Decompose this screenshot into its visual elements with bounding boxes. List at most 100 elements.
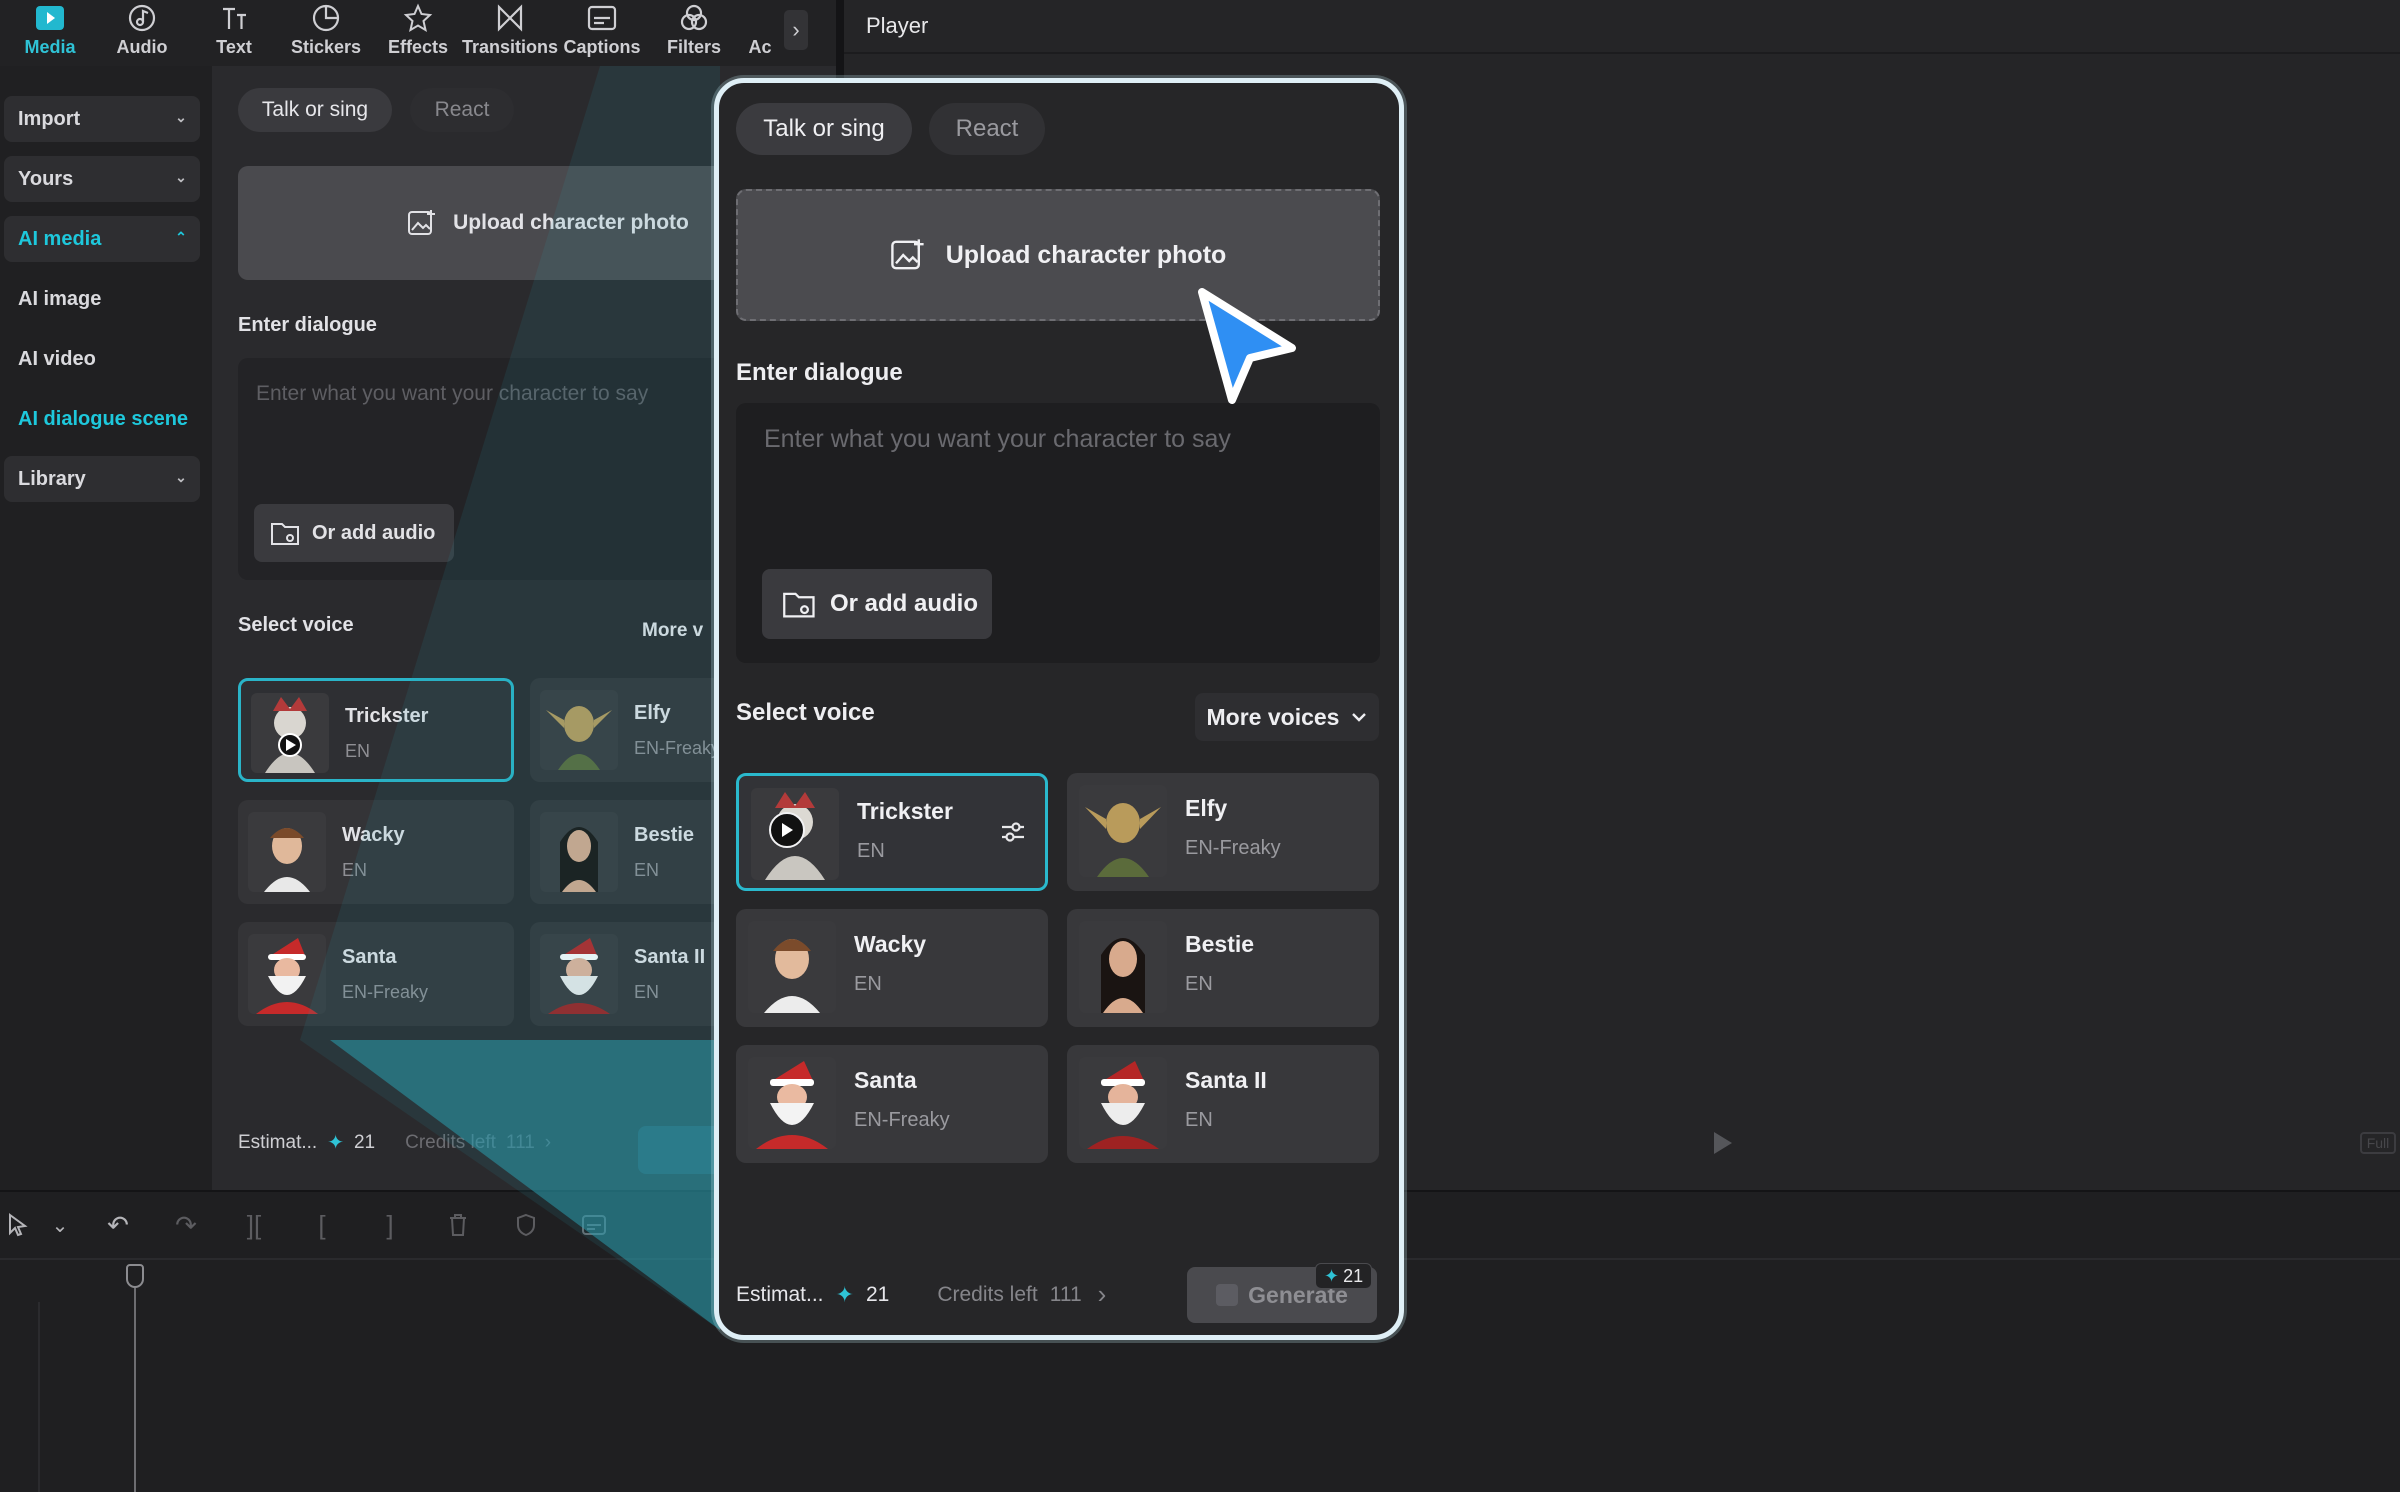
sidebar-item-library[interactable]: Library ⌄ xyxy=(4,456,200,502)
app-root: Media Audio Text Stickers Effects Transi… xyxy=(0,0,2400,1492)
voice-card-trickster[interactable]: Trickster EN xyxy=(736,773,1048,891)
delete-icon[interactable] xyxy=(424,1192,492,1258)
audio-icon xyxy=(125,2,159,34)
split-left-icon[interactable]: [ xyxy=(288,1192,356,1258)
avatar-santa-ii xyxy=(540,934,618,1014)
tool-label: Stickers xyxy=(290,37,362,57)
sidebar-item-label: AI media xyxy=(18,227,102,250)
play-icon xyxy=(782,823,793,837)
credits-label: Credits left xyxy=(405,1131,496,1153)
chevron-right-icon[interactable]: › xyxy=(1098,1279,1107,1310)
avatar-santa xyxy=(748,1057,836,1149)
avatar-elfy xyxy=(1079,785,1167,877)
chevron-down-icon: ⌄ xyxy=(175,169,187,185)
sidebar-item-ai-video[interactable]: AI video xyxy=(4,336,200,382)
tab-talk-or-sing-bg[interactable]: Talk or sing xyxy=(238,88,392,132)
voice-name: Santa xyxy=(854,1067,917,1093)
sidebar-item-label: AI video xyxy=(18,347,96,370)
voice-lang: EN-Freaky xyxy=(854,1109,950,1131)
more-voices-label: More voices xyxy=(1206,703,1340,730)
voice-card-bestie[interactable]: Bestie EN xyxy=(1067,909,1379,1027)
voice-name: Santa II xyxy=(1185,1067,1267,1093)
estimate-value: 21 xyxy=(865,1282,890,1306)
voice-lang: EN xyxy=(857,840,885,862)
chevron-right-icon[interactable]: › xyxy=(545,1132,551,1154)
fullscreen-button[interactable]: Full xyxy=(2360,1132,2396,1154)
tool-transitions[interactable]: Transitions xyxy=(462,0,558,66)
sidebar-item-import[interactable]: Import ⌄ xyxy=(4,96,200,142)
chevron-down-icon[interactable]: ⌄ xyxy=(36,1192,84,1258)
generate-cost-badge: ✦ 21 xyxy=(1315,1263,1373,1289)
top-toolbar: Media Audio Text Stickers Effects Transi… xyxy=(0,0,836,66)
shield-icon[interactable] xyxy=(492,1192,560,1258)
undo-icon[interactable]: ↶ xyxy=(84,1192,152,1258)
sidebar-item-yours[interactable]: Yours ⌄ xyxy=(4,156,200,202)
panel-footer: Estimat... ✦ 21 Credits left 111 › xyxy=(736,1279,1106,1310)
chevron-up-icon: ⌃ xyxy=(175,229,187,245)
playhead-line xyxy=(134,1288,136,1492)
sidebar-item-label: Library xyxy=(18,467,86,490)
toolbar-more-arrow[interactable]: › xyxy=(784,10,808,50)
sidebar-item-ai-media[interactable]: AI media ⌃ xyxy=(4,216,200,262)
voice-card-santa[interactable]: Santa EN-Freaky xyxy=(736,1045,1048,1163)
voice-name: Elfy xyxy=(1185,795,1228,821)
timeline-toolbar: ⌄ ↶ ↷ ][ [ ] xyxy=(0,1192,628,1258)
add-audio-button[interactable]: Or add audio xyxy=(762,569,992,639)
more-voices-dropdown[interactable]: More voices xyxy=(1195,693,1379,741)
tool-label: Audio xyxy=(116,37,168,57)
stickers-icon xyxy=(309,2,343,34)
more-voices-bg[interactable]: More v xyxy=(642,620,703,642)
upload-label: Upload character photo xyxy=(453,211,689,234)
tab-talk-or-sing[interactable]: Talk or sing xyxy=(736,103,912,155)
add-audio-button-bg[interactable]: Or add audio xyxy=(254,504,454,562)
tool-captions[interactable]: Captions xyxy=(556,0,648,66)
tab-react[interactable]: React xyxy=(929,103,1045,155)
chevron-down-icon xyxy=(1352,713,1367,722)
voice-card-elfy[interactable]: Elfy EN-Freaky xyxy=(1067,773,1379,891)
voice-lang: EN xyxy=(634,860,660,880)
voice-card-trickster-bg[interactable]: Trickster EN xyxy=(238,678,514,782)
add-audio-label: Or add audio xyxy=(830,590,979,617)
split-icon[interactable]: ][ xyxy=(220,1192,288,1258)
dialogue-input[interactable]: Enter what you want your character to sa… xyxy=(736,403,1380,663)
split-right-icon[interactable]: ] xyxy=(356,1192,424,1258)
playhead-handle[interactable] xyxy=(126,1264,144,1288)
tool-filters[interactable]: Filters xyxy=(648,0,740,66)
voice-lang: EN xyxy=(345,741,371,761)
tool-audio[interactable]: Audio xyxy=(96,0,188,66)
voice-card-santa-ii[interactable]: Santa II EN xyxy=(1067,1045,1379,1163)
sparkle-icon: ✦ xyxy=(327,1132,344,1154)
avatar-elfy xyxy=(540,690,618,770)
voice-card-wacky[interactable]: Wacky EN xyxy=(736,909,1048,1027)
avatar-wacky xyxy=(748,921,836,1013)
player-play-button[interactable] xyxy=(1714,1132,1732,1154)
voice-card-santa-bg[interactable]: Santa EN-Freaky xyxy=(238,922,514,1026)
effects-icon xyxy=(401,2,435,34)
tool-label: Filters xyxy=(666,37,722,57)
caption-icon[interactable] xyxy=(560,1192,628,1258)
tool-text[interactable]: Text xyxy=(188,0,280,66)
sidebar-item-ai-image[interactable]: AI image xyxy=(4,276,200,322)
tool-media[interactable]: Media xyxy=(4,0,96,66)
sidebar-item-label: Yours xyxy=(18,167,74,190)
tool-effects[interactable]: Effects xyxy=(372,0,464,66)
track-divider xyxy=(38,1302,40,1492)
generate-cost: 21 xyxy=(1343,1265,1364,1286)
avatar-trickster xyxy=(251,693,329,773)
tab-react-bg[interactable]: React xyxy=(410,88,514,132)
select-icon[interactable] xyxy=(0,1192,36,1258)
sidebar-item-label: Import xyxy=(18,107,81,130)
tool-label: Captions xyxy=(563,37,641,57)
redo-icon[interactable]: ↷ xyxy=(152,1192,220,1258)
folder-audio-icon xyxy=(783,592,815,618)
tool-stickers[interactable]: Stickers xyxy=(280,0,372,66)
voice-card-wacky-bg[interactable]: Wacky EN xyxy=(238,800,514,904)
sidebar-item-ai-dialogue-scene[interactable]: AI dialogue scene xyxy=(4,396,200,442)
tool-adjust[interactable]: Ac xyxy=(740,0,780,66)
play-preview-button[interactable] xyxy=(769,812,805,848)
sparkle-icon: ✦ xyxy=(835,1281,854,1307)
tool-label: Text xyxy=(216,37,252,57)
voice-lang: EN xyxy=(1185,973,1213,995)
avatar-wacky xyxy=(248,812,326,892)
sliders-icon[interactable] xyxy=(999,818,1027,846)
